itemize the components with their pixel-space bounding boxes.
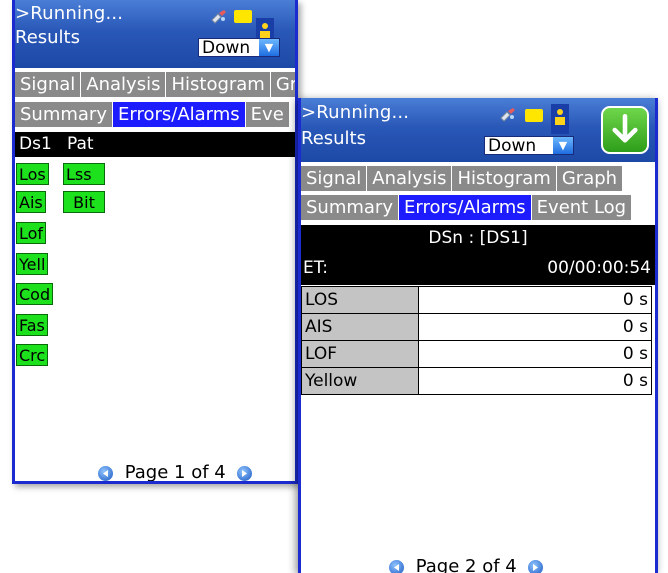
tab-graph[interactable]: Graph xyxy=(270,72,295,97)
tab-signal[interactable]: Signal xyxy=(15,72,81,97)
page-next-icon[interactable] xyxy=(528,559,544,573)
dropdown-value: Down xyxy=(488,136,537,156)
results-table: LOS 0 s AIS 0 s LOF 0 s Yellow 0 s xyxy=(301,286,652,395)
et-label: ET: xyxy=(303,258,328,278)
alarm-lof: Lof xyxy=(16,222,47,244)
row-label-lof: LOF xyxy=(301,340,419,368)
results-window-page-2: >Running... Results Down ▼ Signal Analysi… xyxy=(298,98,658,573)
table-row: AIS 0 s xyxy=(301,313,652,341)
page-indicator: Page 1 of 4 xyxy=(124,462,226,483)
row-value-yellow: 0 s xyxy=(418,367,652,395)
folder-icon[interactable] xyxy=(525,109,543,122)
satellite-icon xyxy=(500,108,515,122)
dsn-header: DSn : [DS1] ET: 00/00:00:54 xyxy=(301,225,655,285)
folder-icon[interactable] xyxy=(234,10,252,23)
header-bar: >Running... Results Down ▼ xyxy=(301,98,655,162)
tabs-row-1: SignalAnalysisHistogramGraph xyxy=(301,166,655,191)
page-prev-icon[interactable] xyxy=(389,559,404,573)
alarm-crc: Crc xyxy=(16,344,49,366)
page-indicator: Page 2 of 4 xyxy=(415,556,517,573)
dropdown-value: Down xyxy=(202,38,251,58)
download-arrow-icon xyxy=(612,114,638,143)
tabs-row-1: SignalAnalysisHistogramGraph xyxy=(15,72,295,97)
satellite-icon xyxy=(211,10,226,24)
tab-summary[interactable]: Summary xyxy=(301,195,398,220)
direction-dropdown[interactable]: Down ▼ xyxy=(198,38,280,58)
results-label: Results xyxy=(15,27,80,48)
header-bar: >Running... Results Down ▼ xyxy=(15,0,295,68)
table-row: LOF 0 s xyxy=(301,340,652,368)
row-value-lof: 0 s xyxy=(418,340,652,368)
row-label-los: LOS xyxy=(301,286,419,314)
run-status: >Running... xyxy=(15,3,124,24)
tab-histogram[interactable]: Histogram xyxy=(166,72,270,97)
et-value: 00/00:00:54 xyxy=(547,258,651,278)
run-status: >Running... xyxy=(301,102,410,123)
alarm-lss: Lss xyxy=(63,163,105,185)
alarm-cod: Cod xyxy=(16,283,54,305)
tab-event-log[interactable]: Event Log xyxy=(531,195,632,220)
row-value-los: 0 s xyxy=(418,286,652,314)
tab-errors-alarms[interactable]: Errors/Alarms xyxy=(399,195,531,220)
tab-analysis[interactable]: Analysis xyxy=(367,166,452,191)
dsn-title: DSn : [DS1] xyxy=(428,228,528,248)
tab-graph[interactable]: Graph xyxy=(556,166,623,191)
tab-signal[interactable]: Signal xyxy=(301,166,367,191)
download-button[interactable] xyxy=(601,106,649,154)
pat-heading: Pat xyxy=(67,134,94,154)
table-row: LOS 0 s xyxy=(301,286,652,314)
tab-analysis[interactable]: Analysis xyxy=(81,72,166,97)
direction-dropdown[interactable]: Down ▼ xyxy=(484,136,574,156)
tab-summary[interactable]: Summary xyxy=(15,102,112,127)
alarm-fas: Fas xyxy=(16,314,48,336)
alarm-yell: Yell xyxy=(16,253,49,275)
row-label-ais: AIS xyxy=(301,313,419,341)
tab-event-log[interactable]: Eve xyxy=(245,102,289,127)
alarm-ais: Ais xyxy=(16,191,46,213)
dropdown-arrow-icon[interactable]: ▼ xyxy=(553,137,573,154)
tab-errors-alarms[interactable]: Errors/Alarms xyxy=(113,102,245,127)
alarm-bit: Bit xyxy=(63,191,105,213)
row-value-ais: 0 s xyxy=(418,313,652,341)
pager: Page 2 of 4 xyxy=(389,556,544,573)
dropdown-arrow-icon[interactable]: ▼ xyxy=(259,39,279,56)
table-row: Yellow 0 s xyxy=(301,367,652,395)
pager: Page 1 of 4 xyxy=(98,462,253,483)
ds1-heading: Ds1 xyxy=(19,134,52,154)
tab-histogram[interactable]: Histogram xyxy=(452,166,556,191)
row-label-yellow: Yellow xyxy=(301,367,419,395)
person-icon[interactable] xyxy=(551,104,569,134)
section-header: Ds1 Pat xyxy=(15,132,295,157)
results-window-page-1: >Running... Results Down ▼ Signal Analysi… xyxy=(12,0,298,484)
page-next-icon[interactable] xyxy=(237,465,253,481)
alarm-los: Los xyxy=(16,163,49,185)
tabs-row-2: Summary Errors/Alarms Eve xyxy=(15,102,295,127)
page-prev-icon[interactable] xyxy=(98,465,113,481)
tabs-row-2: Summary Errors/Alarms Event Log xyxy=(301,195,655,220)
results-label: Results xyxy=(301,128,366,149)
